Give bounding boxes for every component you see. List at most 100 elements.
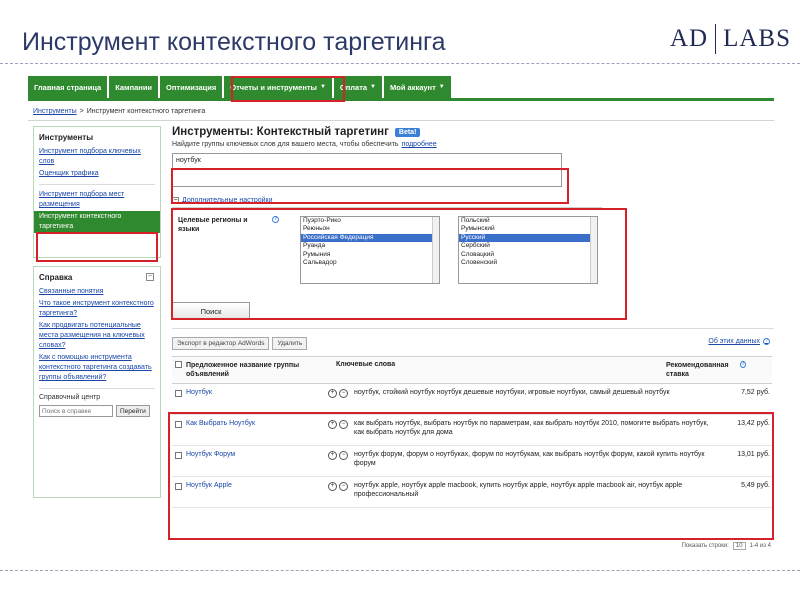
table-header: Предложенное название группы объявлений …: [172, 357, 772, 384]
language-option[interactable]: Словенский: [459, 259, 597, 267]
row-group-name[interactable]: Ноутбук Форум: [186, 450, 328, 458]
subtitle-text: Найдите группы ключевых слов для вашего …: [172, 141, 399, 148]
about-data-text[interactable]: Об этих данных: [708, 338, 760, 345]
more-link[interactable]: подробнее: [402, 141, 437, 148]
search-button[interactable]: Поиск: [172, 302, 250, 320]
collapse-icon[interactable]: −: [146, 273, 154, 281]
page-title: Инструменты: Контекстный таргетинг Beta!: [172, 126, 774, 138]
language-option-selected[interactable]: Русский: [459, 233, 597, 243]
listbox-scrollbar[interactable]: [432, 217, 439, 283]
breadcrumb: Инструменты > Инструмент контекстного та…: [33, 108, 205, 115]
results-toolbar: Экспорт в редактор AdWords Удалить Об эт…: [172, 337, 774, 350]
help-search-row: Перейти: [34, 402, 160, 417]
row-checkbox[interactable]: [175, 421, 182, 428]
beta-badge: Beta!: [394, 127, 421, 137]
plus-circle-icon[interactable]: +: [328, 420, 337, 429]
help-center-title: Справочный центр: [39, 394, 101, 401]
tab-label: Оплата: [339, 82, 368, 92]
sidebar-item-contextual-targeting[interactable]: Инструмент контекстного таргетинга: [34, 211, 160, 233]
row-keywords: ноутбук форум, форум о ноутбуках, форум …: [354, 451, 705, 467]
tab-my-account[interactable]: Мой аккаунт ▼: [384, 76, 451, 98]
help-icon[interactable]: ?: [272, 216, 279, 223]
minus-circle-icon[interactable]: −: [339, 420, 348, 429]
row-checkbox[interactable]: [175, 452, 182, 459]
plus-circle-icon[interactable]: +: [328, 389, 337, 398]
divider: [39, 184, 155, 185]
plus-circle-icon[interactable]: +: [328, 482, 337, 491]
help-icon[interactable]: ?: [739, 361, 746, 368]
tab-label: Мой аккаунт: [390, 82, 436, 92]
listbox-scrollbar[interactable]: [590, 217, 597, 283]
minus-circle-icon[interactable]: −: [339, 482, 348, 491]
tools-panel: Инструменты Инструмент подбора ключевых …: [33, 126, 161, 258]
help-link-promote-placements[interactable]: Как продвигать потенциальные места разме…: [34, 320, 160, 352]
help-icon[interactable]: ?: [763, 338, 770, 345]
row-group-name[interactable]: Ноутбук Apple: [186, 481, 328, 489]
tab-campaigns[interactable]: Кампании: [109, 76, 159, 98]
row-bid: 7,52 руб.: [741, 389, 770, 396]
row-bid: 5,49 руб.: [741, 482, 770, 489]
languages-listbox[interactable]: Польский Румынский Русский Сербский Слов…: [458, 216, 598, 284]
keyword-textarea[interactable]: ноутбук: [172, 153, 562, 187]
results-table: Предложенное название группы объявлений …: [172, 356, 772, 508]
adlabs-logo: AD LABS: [670, 24, 791, 54]
row-keywords: ноутбук, стойкий ноутбук ноутбук дешевые…: [354, 389, 670, 396]
help-link-related[interactable]: Связанные понятия: [34, 286, 160, 298]
row-checkbox-cell: [172, 450, 186, 461]
help-search-button[interactable]: Перейти: [116, 405, 150, 417]
region-option[interactable]: Руанда: [301, 242, 439, 250]
slide-title: Инструмент контекстного таргетинга: [22, 28, 446, 56]
plus-circle-icon[interactable]: +: [328, 451, 337, 460]
page-title-text: Инструменты: Контекстный таргетинг: [172, 126, 389, 138]
region-option[interactable]: Пуэрто-Рико: [301, 217, 439, 225]
pager-position: 1-4 из 4: [749, 543, 771, 549]
advanced-settings-header[interactable]: − Дополнительные настройки: [172, 197, 774, 204]
main-content: Инструменты: Контекстный таргетинг Beta!…: [172, 126, 774, 508]
sidebar-item-traffic-estimator[interactable]: Оценщик трафика: [34, 168, 160, 180]
row-group-name[interactable]: Ноутбук: [186, 388, 328, 396]
language-option[interactable]: Словацкий: [459, 251, 597, 259]
region-option[interactable]: Реюньон: [301, 225, 439, 233]
field-label: Целевые регионы и языки: [178, 217, 248, 233]
advanced-settings-link[interactable]: Дополнительные настройки: [182, 197, 273, 204]
about-data-link[interactable]: Об этих данных ?: [708, 338, 770, 345]
tab-optimization[interactable]: Оптимизация: [160, 76, 223, 98]
row-checkbox-cell: [172, 388, 186, 399]
row-actions: + −: [328, 419, 354, 429]
help-search-input[interactable]: [39, 405, 113, 417]
region-option[interactable]: Сальвадор: [301, 259, 439, 267]
help-link-create-groups[interactable]: Как с помощью инструмента контекстного т…: [34, 352, 160, 384]
region-option-selected[interactable]: Российская Федерация: [301, 233, 439, 243]
sidebar-item-keyword-tool[interactable]: Инструмент подбора ключевых слов: [34, 146, 160, 168]
region-option[interactable]: Румыния: [301, 251, 439, 259]
language-option[interactable]: Румынский: [459, 225, 597, 233]
tab-billing[interactable]: Оплата ▼: [333, 76, 382, 98]
delete-button[interactable]: Удалить: [272, 337, 308, 350]
adwords-screenshot: Главная страница Кампании Оптимизация От…: [25, 72, 777, 552]
row-keywords: ноутбук apple, ноутбук apple macbook, ку…: [354, 482, 683, 498]
tab-home[interactable]: Главная страница: [28, 76, 108, 98]
rows-per-page-select[interactable]: 10: [732, 542, 746, 550]
breadcrumb-tools-link[interactable]: Инструменты: [33, 108, 77, 115]
footer-rule: [0, 570, 800, 571]
row-group-name[interactable]: Как Выбрать Ноутбук: [186, 419, 328, 427]
divider: [28, 120, 774, 121]
export-adwords-button[interactable]: Экспорт в редактор AdWords: [172, 337, 270, 350]
sidebar: Инструменты Инструмент подбора ключевых …: [33, 126, 161, 506]
nav-underline: [28, 98, 774, 101]
regions-listbox[interactable]: Пуэрто-Рико Реюньон Российская Федерация…: [300, 216, 440, 284]
row-checkbox-cell: [172, 481, 186, 492]
minus-circle-icon[interactable]: −: [339, 451, 348, 460]
sidebar-item-placement-tool[interactable]: Инструмент подбора мест размещения: [34, 189, 160, 211]
minus-circle-icon[interactable]: −: [339, 389, 348, 398]
help-link-what-is[interactable]: Что такое инструмент контекстного таргет…: [34, 298, 160, 320]
table-row: Ноутбук Форум + − ноутбук форум, форум о…: [172, 446, 772, 477]
row-checkbox[interactable]: [175, 390, 182, 397]
table-row: Как Выбрать Ноутбук + − как выбрать ноут…: [172, 415, 772, 446]
select-all-checkbox[interactable]: [175, 361, 182, 368]
page-subtitle: Найдите группы ключевых слов для вашего …: [172, 141, 774, 148]
language-option[interactable]: Сербский: [459, 242, 597, 250]
row-checkbox[interactable]: [175, 483, 182, 490]
tab-reports-tools[interactable]: Отчеты и инструменты ▼: [224, 76, 332, 98]
collapse-icon[interactable]: −: [172, 197, 179, 204]
